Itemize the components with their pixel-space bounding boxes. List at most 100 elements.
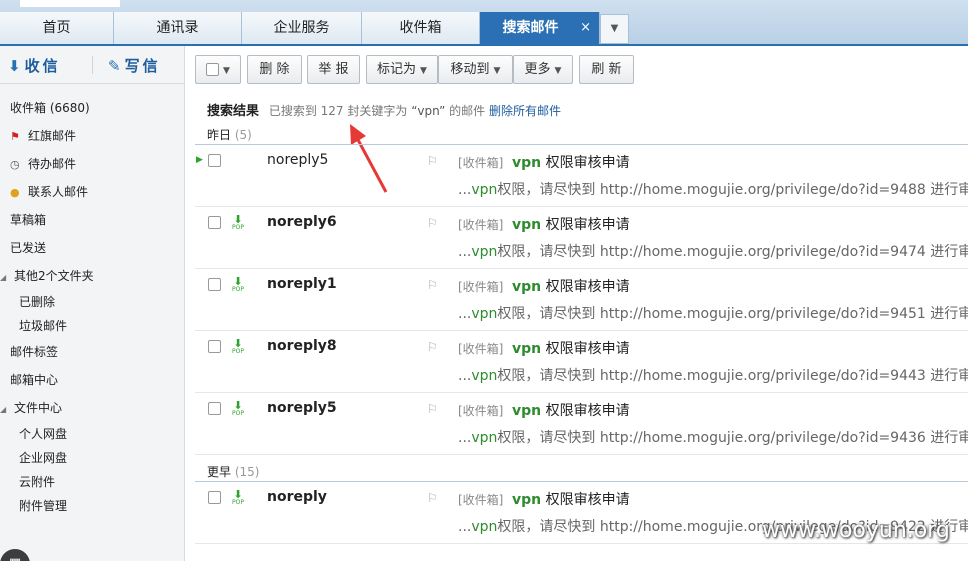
mail-folder: [收件箱] — [458, 493, 504, 507]
chevron-down-icon: ▼ — [420, 66, 427, 76]
search-suffix: 的邮件 — [449, 104, 486, 118]
sidebar-item-mail-tags[interactable]: 邮件标签 — [10, 343, 58, 360]
mail-folder: [收件箱] — [458, 218, 504, 232]
flag-icon[interactable]: ⚐ — [427, 216, 438, 230]
mail-sender: noreply8 — [267, 338, 337, 354]
red-flag-icon: ⚑ — [10, 130, 20, 143]
current-marker-icon: ▶ — [196, 155, 203, 165]
mail-row[interactable]: ⬇ POP noreply5 ⚐ [收件箱] vpn 权限审核申请 ...vpn权… — [195, 393, 968, 455]
collapse-arrow-icon: ◢ — [0, 273, 7, 282]
mail-row[interactable]: ▶ noreply5 ⚐ [收件箱] vpn 权限审核申请 ...vpn权限，请… — [195, 145, 968, 207]
tab-home[interactable]: 首页 — [0, 12, 114, 44]
mail-sender: noreply1 — [267, 276, 337, 292]
person-icon: ● — [10, 186, 20, 199]
compose-bar: ⬇ 收信 ✎ 写信 — [0, 46, 185, 84]
mail-row[interactable]: ⬇ POP noreply8 ⚐ [收件箱] vpn 权限审核申请 ...vpn权… — [195, 331, 968, 393]
move-to-dropdown[interactable]: 移动到 ▼ — [438, 55, 513, 84]
sidebar-item-mail-center[interactable]: 邮箱中心 — [10, 371, 58, 388]
sidebar-item-file-center[interactable]: ◢ 文件中心 — [0, 399, 62, 416]
search-count-text: 已搜索到 127 封关键字为 — [268, 104, 408, 118]
pop-download-icon: ⬇ POP — [232, 275, 244, 293]
mail-folder: [收件箱] — [458, 156, 504, 170]
sidebar-item-deleted[interactable]: 已删除 — [19, 293, 55, 310]
sidebar-item-drafts[interactable]: 草稿箱 — [10, 211, 46, 228]
chevron-down-icon: ▼ — [223, 66, 230, 76]
mail-folder: [收件箱] — [458, 342, 504, 356]
mail-row[interactable]: ⬇ POP noreply1 ⚐ [收件箱] vpn 权限审核申请 ...vpn权… — [195, 269, 968, 331]
flag-icon[interactable]: ⚐ — [427, 154, 438, 168]
mail-sender: noreply5 — [267, 152, 329, 168]
checkbox-icon — [206, 63, 220, 76]
logo-area — [20, 0, 120, 7]
delete-all-link[interactable]: 删除所有邮件 — [489, 104, 561, 118]
select-all-dropdown[interactable]: ▼ — [195, 55, 241, 84]
chevron-down-icon: ▼ — [493, 66, 501, 76]
mail-row[interactable]: ⬇ POP noreply6 ⚐ [收件箱] vpn 权限审核申请 ...vpn权… — [195, 207, 968, 269]
tab-search-mail-label: 搜索邮件 — [502, 20, 559, 36]
row-checkbox[interactable] — [208, 278, 221, 291]
receive-button[interactable]: ⬇ 收信 — [8, 55, 61, 76]
flag-icon[interactable]: ⚐ — [427, 402, 438, 416]
chevron-down-icon[interactable]: ▼ — [600, 14, 629, 44]
sidebar-item-sent[interactable]: 已发送 — [10, 239, 46, 256]
row-checkbox[interactable] — [208, 402, 221, 415]
mail-subject: vpn 权限审核申请 — [512, 492, 630, 508]
row-checkbox[interactable] — [208, 491, 221, 504]
sidebar-item-spam[interactable]: 垃圾邮件 — [19, 317, 67, 334]
collapse-arrow-icon: ◢ — [0, 405, 7, 414]
mail-preview: ...vpn权限，请尽快到 http://home.mogujie.org/pr… — [458, 368, 968, 384]
row-checkbox[interactable] — [208, 216, 221, 229]
sidebar-item-inbox[interactable]: 收件箱 (6680) — [10, 99, 90, 116]
mail-preview: ...vpn权限，请尽快到 http://home.mogujie.org/pr… — [458, 182, 968, 198]
sidebar-item-cloud-attachments[interactable]: 云附件 — [19, 473, 55, 490]
tab-contacts[interactable]: 通讯录 — [114, 12, 242, 44]
mail-sender: noreply — [267, 489, 327, 505]
group-header-yesterday: 昨日 (5) — [207, 128, 252, 142]
search-summary: 搜索结果 已搜索到 127 封关键字为 “vpn” 的邮件 删除所有邮件 — [207, 100, 561, 119]
tab-enterprise-services[interactable]: 企业服务 — [242, 12, 362, 44]
sidebar: ⬇ 收信 ✎ 写信 收件箱 (6680) ⚑ 红旗邮件 ◷ 待办邮件 ● 联系人邮件 草稿… — [0, 46, 185, 561]
more-dropdown[interactable]: 更多 ▼ — [513, 55, 573, 84]
mail-subject: vpn 权限审核申请 — [512, 217, 630, 233]
flag-icon[interactable]: ⚐ — [427, 340, 438, 354]
write-button[interactable]: ✎ 写信 — [108, 55, 161, 76]
row-checkbox[interactable] — [208, 154, 221, 167]
sidebar-item-attachment-manager[interactable]: 附件管理 — [19, 497, 67, 514]
sidebar-item-todo[interactable]: ◷ 待办邮件 — [10, 155, 76, 172]
mail-subject: vpn 权限审核申请 — [512, 341, 630, 357]
apps-grid-icon[interactable]: ▦ — [0, 549, 30, 561]
pop-download-icon: ⬇ POP — [232, 399, 244, 417]
mail-sender: noreply6 — [267, 214, 337, 230]
mail-subject: vpn 权限审核申请 — [512, 279, 630, 295]
mail-preview: ...vpn权限，请尽快到 http://home.mogujie.org/pr… — [458, 244, 968, 260]
download-icon: ⬇ — [8, 57, 21, 75]
sidebar-item-contact-mail[interactable]: ● 联系人邮件 — [10, 183, 88, 200]
tab-inbox[interactable]: 收件箱 — [362, 12, 480, 44]
clock-icon: ◷ — [10, 158, 20, 171]
mail-folder: [收件箱] — [458, 280, 504, 294]
row-checkbox[interactable] — [208, 340, 221, 353]
pop-download-icon: ⬇ POP — [232, 488, 244, 506]
mail-subject: vpn 权限审核申请 — [512, 403, 630, 419]
delete-button[interactable]: 删 除 — [247, 55, 302, 84]
search-results-title: 搜索结果 — [207, 104, 260, 119]
close-icon[interactable]: × — [580, 12, 591, 44]
refresh-button[interactable]: 刷 新 — [579, 55, 634, 84]
tab-search-mail[interactable]: 搜索邮件 × — [480, 12, 600, 44]
report-button[interactable]: 举 报 — [307, 55, 360, 84]
sidebar-item-other-folders[interactable]: ◢ 其他2个文件夹 — [0, 267, 94, 284]
mail-preview: ...vpn权限，请尽快到 http://home.mogujie.org/pr… — [458, 306, 968, 322]
divider — [92, 56, 93, 74]
flag-icon[interactable]: ⚐ — [427, 491, 438, 505]
sidebar-item-personal-disk[interactable]: 个人网盘 — [19, 425, 67, 442]
search-keyword: “vpn” — [411, 104, 446, 118]
sidebar-item-enterprise-disk[interactable]: 企业网盘 — [19, 449, 67, 466]
sidebar-item-red-flag[interactable]: ⚑ 红旗邮件 — [10, 127, 76, 144]
pop-download-icon: ⬇ POP — [232, 337, 244, 355]
mail-folder: [收件箱] — [458, 404, 504, 418]
mark-as-dropdown[interactable]: 标记为 ▼ — [366, 55, 438, 84]
flag-icon[interactable]: ⚐ — [427, 278, 438, 292]
group-header-earlier: 更早 (15) — [207, 465, 260, 479]
pop-download-icon: ⬇ POP — [232, 213, 244, 231]
mail-subject: vpn 权限审核申请 — [512, 155, 630, 171]
